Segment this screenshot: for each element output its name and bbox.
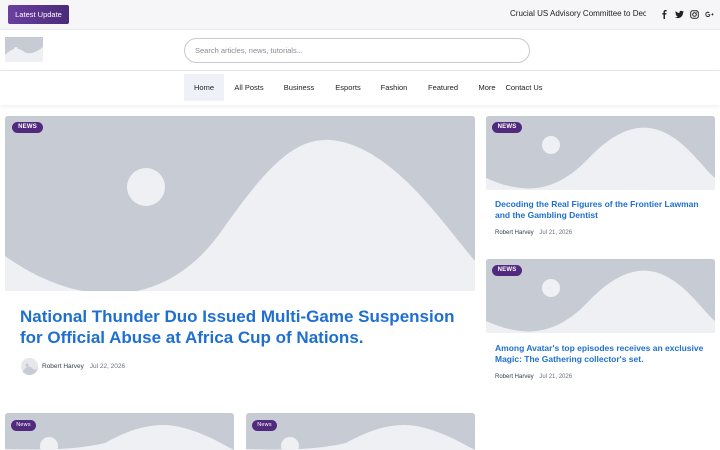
site-header xyxy=(0,30,720,71)
bottom-post-image[interactable] xyxy=(5,413,234,450)
side-post-category-badge[interactable]: NEWS xyxy=(492,265,522,276)
nav-item-business[interactable]: Business xyxy=(279,74,319,101)
latest-update-button[interactable]: Latest Update xyxy=(8,5,69,24)
side-post-meta: Robert Harvey Jul 21, 2026 xyxy=(495,374,572,380)
nav-item-fashion[interactable]: Fashion xyxy=(374,74,414,101)
side-post-date: Jul 21, 2026 xyxy=(539,374,573,380)
news-ticker[interactable]: Crucial US Advisory Committee to Decide xyxy=(510,9,646,22)
main-nav: Home All Posts Business Esports Fashion … xyxy=(0,71,720,105)
featured-category-badge[interactable]: NEWS xyxy=(12,122,43,133)
bottom-post-category-badge[interactable]: News xyxy=(11,420,36,431)
top-bar: Latest Update Crucial US Advisory Commit… xyxy=(0,0,720,30)
featured-date: Jul 22, 2026 xyxy=(89,363,126,370)
nav-item-all-posts[interactable]: All Posts xyxy=(229,74,269,101)
side-post-category-badge[interactable]: NEWS xyxy=(492,122,522,133)
side-post-title[interactable]: Among Avatar's top episodes receives an … xyxy=(495,343,710,365)
featured-meta: Robert Harvey Jul 22, 2026 xyxy=(42,363,125,370)
site-logo[interactable] xyxy=(5,37,43,62)
side-post-author[interactable]: Robert Harvey xyxy=(495,374,534,380)
nav-item-contact-us[interactable]: Contact Us xyxy=(503,74,545,101)
nav-item-home[interactable]: Home xyxy=(184,74,224,101)
nav-item-esports[interactable]: Esports xyxy=(328,74,368,101)
side-post-date: Jul 21, 2026 xyxy=(539,230,573,236)
instagram-icon[interactable] xyxy=(688,8,700,20)
side-post-meta: Robert Harvey Jul 21, 2026 xyxy=(495,230,572,236)
nav-item-featured[interactable]: Featured xyxy=(422,74,464,101)
featured-author[interactable]: Robert Harvey xyxy=(42,363,84,370)
twitter-icon[interactable] xyxy=(673,8,685,20)
nav-item-more[interactable]: More xyxy=(474,74,500,101)
facebook-icon[interactable] xyxy=(658,8,670,20)
google-plus-icon[interactable] xyxy=(703,8,715,20)
bottom-post-category-badge[interactable]: News xyxy=(252,420,277,431)
bottom-post-image[interactable] xyxy=(246,413,475,450)
featured-image[interactable] xyxy=(5,116,475,291)
avatar[interactable] xyxy=(21,358,38,375)
search-input[interactable] xyxy=(184,38,530,63)
side-post-title[interactable]: Decoding the Real Figures of the Frontie… xyxy=(495,199,710,221)
featured-title[interactable]: National Thunder Duo Issued Multi-Game S… xyxy=(20,306,460,348)
side-post-author[interactable]: Robert Harvey xyxy=(495,230,534,236)
